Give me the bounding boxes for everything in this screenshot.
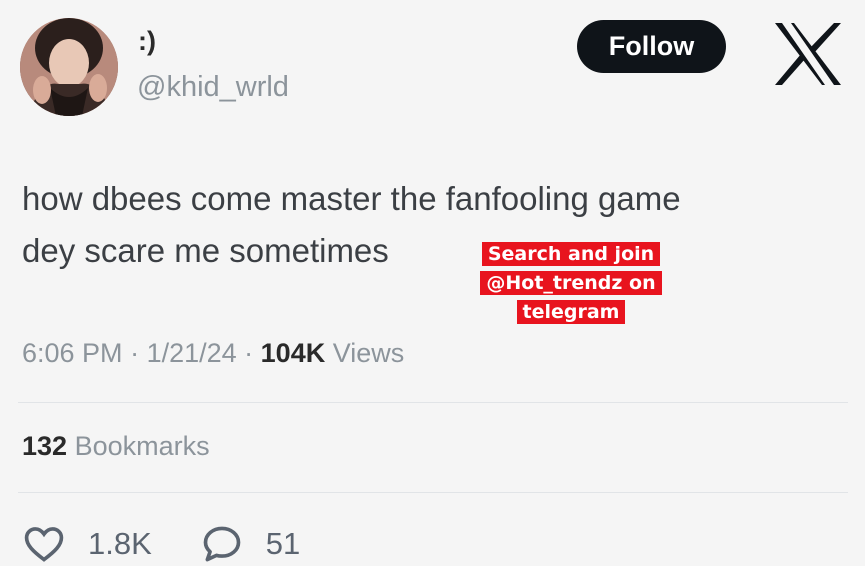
reply-button[interactable]: 51 (200, 522, 300, 566)
avatar-photo (20, 18, 118, 116)
x-logo-icon[interactable] (772, 20, 844, 88)
meta-separator: · (122, 338, 147, 368)
bookmarks-count: 132 (22, 431, 68, 461)
display-name[interactable]: :) (138, 26, 156, 57)
views-label: Views (325, 338, 405, 368)
tweet-meta: 6:06 PM · 1/21/24 · 104K Views (22, 338, 404, 369)
tweet-text: how dbees come master the fanfooling gam… (22, 173, 842, 277)
divider (18, 492, 848, 493)
promo-line: @Hot_trendz on (480, 271, 662, 295)
divider (18, 402, 848, 403)
heart-icon (24, 527, 64, 562)
views-count: 104K (260, 338, 326, 368)
follow-button[interactable]: Follow (577, 20, 726, 73)
like-button[interactable]: 1.8K (22, 522, 152, 566)
action-bar: 1.8K 51 (22, 522, 348, 566)
bookmarks-stat[interactable]: 132 Bookmarks (22, 431, 210, 462)
tweet-date[interactable]: 1/21/24 (147, 338, 237, 368)
promo-line: Search and join (481, 242, 661, 266)
promo-line: telegram (516, 300, 626, 324)
meta-separator: · (236, 338, 261, 368)
comment-icon (203, 526, 241, 562)
replies-count: 51 (265, 526, 301, 561)
avatar[interactable] (20, 18, 118, 116)
tweet-card: :) @khid_wrld Follow how dbees come mast… (0, 0, 865, 566)
user-handle[interactable]: @khid_wrld (137, 71, 289, 104)
bookmarks-label: Bookmarks (67, 431, 210, 461)
tweet-time[interactable]: 6:06 PM (22, 338, 123, 368)
promo-watermark: Search and join @Hot_trendz on telegram (458, 240, 684, 327)
likes-count: 1.8K (88, 526, 152, 561)
tweet-text-line: how dbees come master the fanfooling gam… (22, 180, 681, 217)
tweet-text-line: dey scare me sometimes (22, 232, 389, 269)
